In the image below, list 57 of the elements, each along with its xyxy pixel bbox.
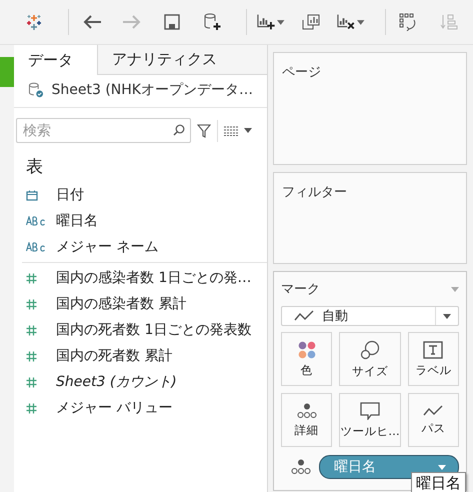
field-item[interactable]: メジャー バリュー [14,395,267,421]
bar-chart-add-icon[interactable] [256,13,276,31]
label-mark-button[interactable]: ラベル [408,332,459,386]
filter-icon[interactable] [197,124,211,138]
marks-title: マーク [281,281,320,298]
hash-icon [26,272,37,284]
caret-icon [244,128,252,133]
hash-icon [26,402,37,414]
color-dots-icon [298,340,316,358]
tooltip: 曜日名 [411,472,466,492]
field-item[interactable]: 国内の死者数 累計 [14,343,267,369]
size-mark-button[interactable]: サイズ [339,332,401,386]
back-arrow-icon[interactable] [82,14,102,30]
field-item[interactable]: 日付 [14,182,267,208]
caret-icon [443,314,451,318]
size-circles-icon [360,340,380,360]
text-label-icon [423,340,444,358]
logo-icon[interactable] [25,13,43,31]
field-item[interactable]: メジャー ネーム [14,234,267,260]
field-item[interactable]: 曜日名 [14,208,267,234]
field-item[interactable]: Sheet3 (カウント) [14,369,267,395]
hash-icon [26,350,37,362]
path-mark-button[interactable]: パス [408,393,459,447]
field-item[interactable]: 国内の感染者数 1日ごとの発… [14,265,267,291]
database-add-icon[interactable] [203,13,222,31]
calendar-icon [26,190,38,200]
pane-tab[interactable]: アナリティクス [97,45,267,75]
datasource-name[interactable]: Sheet3 (NHKオープンデータ… [52,81,253,99]
clear-chart-icon[interactable] [336,13,356,31]
color-mark-button[interactable]: 色 [281,332,332,386]
detail-dots-icon [296,402,317,418]
speech-bubble-icon [360,402,380,420]
shelf-title: ページ [282,65,321,80]
detail-dots-icon [291,459,311,475]
hash-icon [26,324,37,336]
field-item[interactable]: 国内の感染者数 累計 [14,291,267,317]
hash-icon [26,376,37,388]
save-icon[interactable] [164,14,180,30]
side-strip [0,57,14,87]
table-label: 表 [25,156,44,179]
caret-icon [438,464,446,470]
abc-icon [26,242,46,252]
tooltip-mark-button[interactable]: ツールヒ… [339,393,401,447]
hash-icon [26,298,37,310]
line-path-icon [423,404,444,416]
detail-mark-button[interactable]: 詳細 [281,393,332,447]
list-view-icon[interactable] [224,126,238,136]
search-field[interactable]: 検索 [16,118,191,143]
field-item[interactable]: 国内の死者数 1日ごとの発表数 [14,317,267,343]
duplicate-chart-icon[interactable] [302,14,320,30]
shelf-title: フィルター [282,185,347,200]
mark-type-dropdown[interactable]: 自動 [281,306,459,326]
abc-icon [26,216,46,226]
datasource-icon [28,82,44,98]
caret-icon [451,286,459,292]
line-path-icon [294,310,314,322]
search-icon [173,124,185,136]
